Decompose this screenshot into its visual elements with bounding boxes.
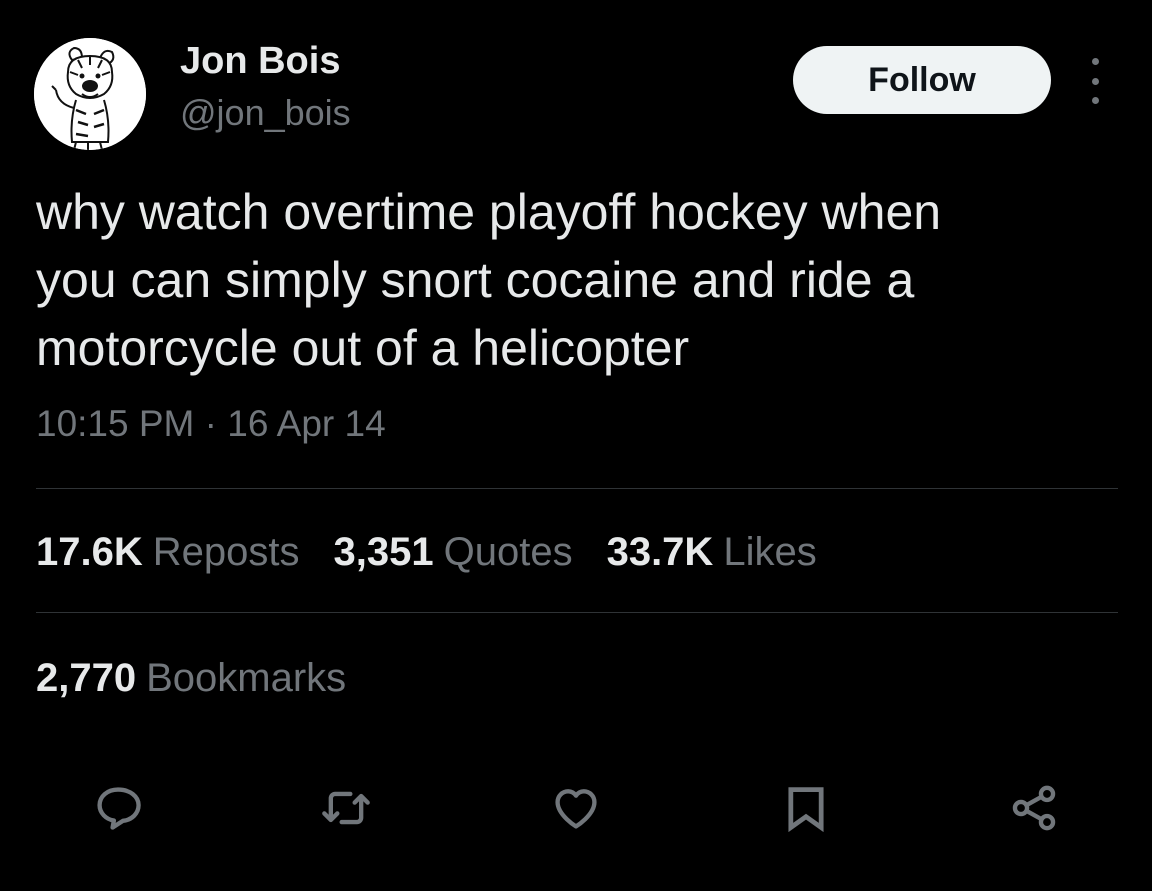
tiger-avatar-icon <box>34 38 146 150</box>
likes-count: 33.7K <box>606 530 714 574</box>
tweet-detail: Jon Bois @jon_bois Follow why watch over… <box>0 0 1152 891</box>
avatar[interactable] <box>34 38 146 150</box>
like-icon[interactable] <box>546 778 606 838</box>
bookmarks-label: Bookmarks <box>146 656 347 700</box>
divider <box>36 612 1118 613</box>
quotes-count: 3,351 <box>333 530 434 574</box>
reposts-stat[interactable]: 17.6K Reposts <box>36 530 300 575</box>
tweet-text-line: motorcycle out of a helicopter <box>36 320 690 376</box>
more-options-icon[interactable] <box>1080 58 1110 104</box>
repost-icon[interactable] <box>316 778 376 838</box>
follow-button[interactable]: Follow <box>793 46 1051 114</box>
likes-label: Likes <box>723 530 817 574</box>
bookmark-icon[interactable] <box>776 778 836 838</box>
user-handle[interactable]: @jon_bois <box>180 92 351 134</box>
engagement-stats: 17.6K Reposts 3,351 Quotes 33.7K Likes <box>36 530 851 575</box>
reposts-label: Reposts <box>152 530 300 574</box>
share-icon[interactable] <box>1004 778 1064 838</box>
action-bar <box>0 778 1152 838</box>
reply-icon[interactable] <box>88 778 148 838</box>
reposts-count: 17.6K <box>36 530 143 574</box>
tweet-text-line: you can simply snort cocaine and ride a <box>36 252 915 308</box>
more-dot <box>1091 97 1099 104</box>
more-dot <box>1091 77 1099 85</box>
display-name[interactable]: Jon Bois <box>180 40 340 83</box>
tweet-text: why watch overtime playoff hockey when y… <box>36 178 1116 382</box>
bookmarks-count: 2,770 <box>36 656 137 700</box>
divider <box>36 488 1118 489</box>
likes-stat[interactable]: 33.7K Likes <box>607 530 817 575</box>
quotes-label: Quotes <box>443 530 573 574</box>
more-dot <box>1091 58 1099 65</box>
tweet-timestamp[interactable]: 10:15 PM · 16 Apr 14 <box>36 403 386 445</box>
tweet-text-line: why watch overtime playoff hockey when <box>36 184 942 240</box>
quotes-stat[interactable]: 3,351 Quotes <box>334 530 573 575</box>
bookmarks-stat[interactable]: 2,770 Bookmarks <box>36 656 346 701</box>
